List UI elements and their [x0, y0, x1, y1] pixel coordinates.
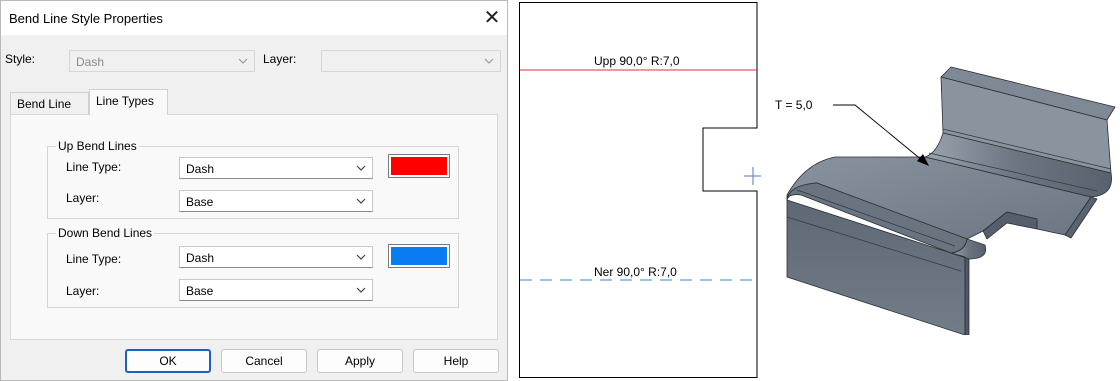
dialog-titlebar[interactable]: Bend Line Style Properties ✕ [1, 1, 507, 35]
chevron-down-icon [356, 198, 366, 204]
bend-line-style-dialog: Bend Line Style Properties ✕ Style: Dash… [0, 0, 508, 381]
tab-bend-line[interactable]: Bend Line [10, 92, 89, 114]
down-bend-lines-title: Down Bend Lines [58, 226, 153, 240]
down-layer-label: Layer: [66, 284, 100, 298]
up-color-swatch [391, 157, 447, 175]
chevron-down-icon [356, 254, 366, 260]
style-label: Style: [5, 52, 36, 66]
down-line-type-select[interactable]: Dash [179, 246, 373, 268]
up-line-type-label: Line Type: [66, 160, 122, 174]
3d-part-view[interactable]: T = 5,0 [775, 45, 1117, 335]
close-button[interactable]: ✕ [477, 3, 507, 33]
down-line-type-value: Dash [186, 251, 215, 265]
sheet-metal-part [786, 66, 1116, 335]
down-layer-value: Base [186, 284, 214, 298]
ok-button[interactable]: OK [125, 349, 211, 373]
down-color-button[interactable] [388, 244, 450, 268]
dialog-title: Bend Line Style Properties [9, 11, 163, 26]
style-select-value: Dash [76, 55, 105, 69]
down-color-swatch [391, 247, 447, 265]
down-line-type-label: Line Type: [66, 252, 122, 266]
chevron-down-icon [238, 58, 248, 64]
layer-label: Layer: [263, 52, 297, 66]
down-layer-select[interactable]: Base [179, 279, 373, 301]
tab-line-types[interactable]: Line Types [89, 89, 168, 115]
up-line-type-value: Dash [186, 162, 215, 176]
chevron-down-icon [356, 165, 366, 171]
chevron-down-icon [356, 287, 366, 293]
center-cross-icon [744, 167, 761, 185]
cancel-button[interactable]: Cancel [221, 349, 307, 373]
line-types-panel: Up Bend Lines Line Type: Dash Layer: Bas… [10, 114, 498, 340]
layer-select[interactable] [321, 50, 501, 72]
up-color-button[interactable] [388, 154, 450, 178]
thickness-label: T = 5,0 [775, 98, 813, 112]
help-button[interactable]: Help [413, 349, 499, 373]
tab-line-types-label: Line Types [96, 94, 154, 108]
up-layer-select[interactable]: Base [179, 190, 373, 212]
chevron-down-icon [484, 58, 494, 64]
apply-button[interactable]: Apply [317, 349, 403, 373]
tab-bend-line-label: Bend Line [17, 97, 72, 111]
down-bend-label: Ner 90,0° R:7,0 [594, 265, 677, 279]
up-layer-value: Base [186, 195, 214, 209]
up-line-type-select[interactable]: Dash [179, 157, 373, 179]
flat-pattern-view[interactable]: Upp 90,0° R:7,0 Ner 90,0° R:7,0 [519, 2, 761, 378]
up-bend-label: Upp 90,0° R:7,0 [594, 54, 680, 68]
leader-line [833, 104, 924, 162]
style-select[interactable]: Dash [69, 50, 255, 72]
up-layer-label: Layer: [66, 191, 100, 205]
up-bend-lines-title: Up Bend Lines [58, 139, 137, 153]
